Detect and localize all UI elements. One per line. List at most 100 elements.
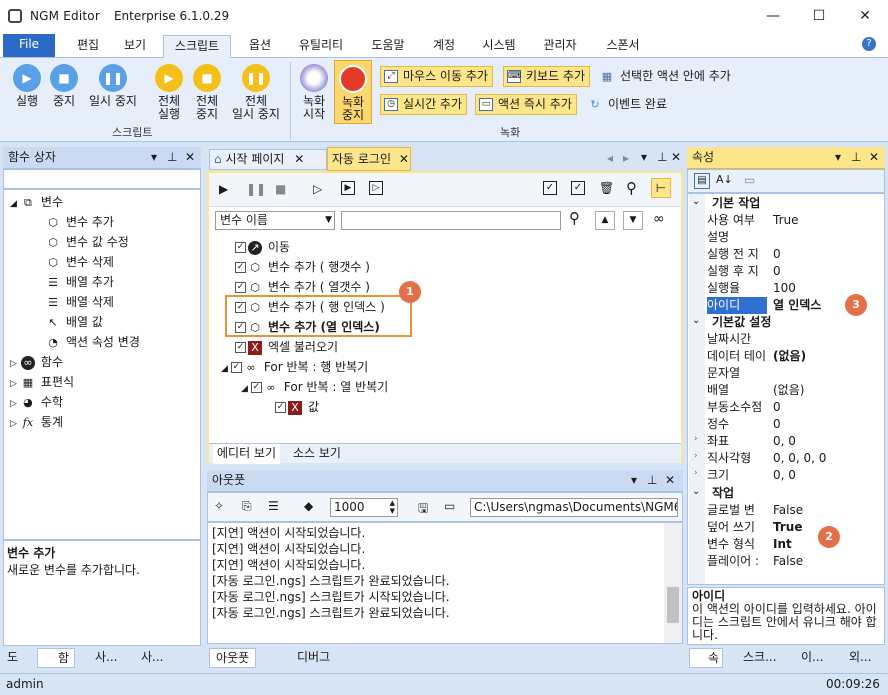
realtime-add-button[interactable]: ◷ 실시간 추가 <box>380 94 468 115</box>
left-tab-0[interactable]: 도 <box>5 648 18 668</box>
tree-item-array-delete[interactable]: ☰ 배열 삭제 <box>46 292 114 312</box>
event-end-button[interactable]: ↻ 이벤트 완료 <box>588 96 667 113</box>
checkbox[interactable]: ✓ <box>235 282 246 293</box>
action-var-cols[interactable]: ✓ ⬡ 변수 추가 ( 열갯수 ) <box>235 277 370 297</box>
action-excel-load[interactable]: ✓ X 엑셀 불러오기 <box>235 337 338 357</box>
tab-start-page[interactable]: ⌂ 시작 페이지 ✕ <box>209 149 327 170</box>
tree-view-icon[interactable]: ⊢ <box>651 178 671 198</box>
pause-icon[interactable]: ❚❚ <box>246 182 266 196</box>
tab-edit[interactable]: 편집 <box>70 35 106 58</box>
tab-editor-view[interactable]: 에디터 보기 <box>213 444 281 464</box>
pin-icon[interactable]: ⊥ <box>647 470 657 491</box>
filter-input[interactable] <box>341 211 561 230</box>
loop-icon[interactable]: ∞ <box>653 211 665 227</box>
stop-button[interactable]: ■ 중지 <box>46 64 82 108</box>
minimize-button[interactable]: — <box>750 0 796 32</box>
search-icon[interactable]: ⚲ <box>626 179 637 197</box>
tab-close-all-icon[interactable]: ✕ <box>671 150 681 164</box>
tab-close-icon[interactable]: ✕ <box>399 152 409 166</box>
tree-statistics[interactable]: ▷ fx 통계 <box>10 412 63 432</box>
run-button[interactable]: ▶ 실행 <box>8 64 46 108</box>
keyboard-add-button[interactable]: ⌨ 키보드 추가 <box>503 66 591 87</box>
scrollbar-thumb[interactable] <box>667 587 679 623</box>
mouse-move-button[interactable]: ⤢ 마우스 이동 추가 <box>380 66 493 87</box>
action-var-rows[interactable]: ✓ ⬡ 변수 추가 ( 행갯수 ) <box>235 257 370 277</box>
close-button[interactable]: ✕ <box>842 0 888 32</box>
log-path-input[interactable]: C:\Users\ngmas\Documents\NGM6\ <box>470 498 678 517</box>
tab-admin[interactable]: 관리자 <box>535 35 585 58</box>
tab-list-icon[interactable]: ▾ <box>641 150 647 164</box>
maximize-button[interactable]: ☐ <box>796 0 842 32</box>
pause-button[interactable]: ❚❚ 일시 중지 <box>84 64 142 108</box>
ribbon-help-icon[interactable]: ? <box>862 37 876 51</box>
action-var-col-index[interactable]: ✓ ⬡ 변수 추가 (열 인덱스) <box>235 317 380 337</box>
tree-item-array-value[interactable]: ↖ 배열 값 <box>46 312 103 332</box>
run-selected-icon[interactable]: ▶ <box>341 181 355 195</box>
tab-debug[interactable]: 디버그 <box>291 648 336 668</box>
dropdown-icon[interactable]: ▾ <box>151 147 157 168</box>
tree-variables[interactable]: ◢ ⧉ 변수 <box>10 192 63 212</box>
tab-utility[interactable]: 유틸리티 <box>290 35 352 58</box>
uncheck-icon[interactable]: ✓ <box>571 181 585 195</box>
function-search-input[interactable] <box>3 169 201 189</box>
tree-functions[interactable]: ▷ ∞ 함수 <box>10 352 63 372</box>
collapse-arrow-icon[interactable]: ⌄ <box>692 315 700 326</box>
check-all-icon[interactable]: ✓ <box>543 181 557 195</box>
play-icon[interactable]: ▶ <box>219 182 228 196</box>
tab-account[interactable]: 계정 <box>424 35 464 58</box>
right-tab-external[interactable]: 외... <box>847 648 871 668</box>
action-for-rows[interactable]: ◢ ✓ ∞ For 반복 : 행 반복기 <box>221 357 368 377</box>
tab-sponsor[interactable]: 스폰서 <box>596 35 650 58</box>
tab-options[interactable]: 옵션 <box>240 35 280 58</box>
close-panel-icon[interactable]: ✕ <box>665 470 675 491</box>
checkbox[interactable]: ✓ <box>230 362 242 373</box>
tree-item-var-delete[interactable]: ⬡ 변수 삭제 <box>46 252 114 272</box>
checkbox[interactable]: ✓ <box>235 342 246 353</box>
record-stop-button[interactable]: 녹화 중지 <box>334 60 372 124</box>
log-count-input[interactable]: 1000 ▲ ▼ <box>330 498 398 517</box>
tab-auto-login[interactable]: 자동 로그인 ✕ <box>327 147 411 171</box>
expand-arrow-icon[interactable]: › <box>694 434 698 444</box>
tab-source-view[interactable]: 소스 보기 <box>289 444 345 464</box>
close-panel-icon[interactable]: ✕ <box>185 147 195 168</box>
tab-help[interactable]: 도움말 <box>363 35 413 58</box>
stop-all-button[interactable]: ■ 전체 중지 <box>188 64 226 121</box>
scrollbar[interactable] <box>664 523 682 643</box>
broom-icon[interactable]: ✧ <box>214 499 224 513</box>
tree-expressions[interactable]: ▷ ▦ 표편식 <box>10 372 74 392</box>
pause-all-button[interactable]: ❚❚ 전체 일시 중지 <box>228 64 284 121</box>
tree-item-var-add[interactable]: ⬡ 변수 추가 <box>46 212 114 232</box>
collapse-arrow-icon[interactable]: ⌄ <box>692 486 700 497</box>
categorized-icon[interactable]: ▤ <box>694 173 710 189</box>
tab-pin-icon[interactable]: ⊥ <box>657 150 667 164</box>
expand-arrow-icon[interactable]: › <box>694 451 698 461</box>
tab-close-icon[interactable]: ✕ <box>294 152 304 166</box>
tab-file[interactable]: File <box>3 34 55 57</box>
tab-output[interactable]: 아웃풋 <box>209 648 257 668</box>
expand-arrow-icon[interactable]: › <box>694 468 698 478</box>
property-pages-icon[interactable]: ▭ <box>744 173 755 187</box>
eraser-icon[interactable]: ◆ <box>304 499 313 513</box>
action-move[interactable]: ✓ ↗ 이동 <box>235 237 290 257</box>
run-all-button[interactable]: ▶ 전체 실행 <box>150 64 188 121</box>
close-panel-icon[interactable]: ✕ <box>869 147 879 168</box>
checkbox[interactable]: ✓ <box>235 242 246 253</box>
stepper-icon[interactable]: ▲ ▼ <box>390 499 395 515</box>
move-down-icon[interactable]: ▼ <box>623 211 643 230</box>
checkbox[interactable]: ✓ <box>275 402 286 413</box>
list-icon[interactable]: ☰ <box>268 499 279 513</box>
find-icon[interactable]: ⚲ <box>569 209 580 227</box>
action-var-row-index[interactable]: ✓ ⬡ 변수 추가 ( 행 인덱스 ) <box>235 297 385 317</box>
right-tab-properties[interactable]: 속 <box>689 648 723 668</box>
move-up-icon[interactable]: ▲ <box>595 211 615 230</box>
checkbox[interactable]: ✓ <box>250 382 262 393</box>
tab-system[interactable]: 시스템 <box>474 35 524 58</box>
record-start-button[interactable]: 녹화 시작 <box>296 64 332 121</box>
right-tab-image[interactable]: 이... <box>799 648 823 668</box>
checkbox[interactable]: ✓ <box>235 302 246 313</box>
tab-scroll-left-icon[interactable]: ◂ <box>607 151 613 165</box>
stop-icon[interactable]: ■ <box>275 182 286 196</box>
tab-scroll-right-icon[interactable]: ▸ <box>623 151 629 165</box>
right-tab-script[interactable]: 스크... <box>741 648 777 668</box>
action-for-cols[interactable]: ◢ ✓ ∞ For 반복 : 열 반복기 <box>241 377 388 397</box>
